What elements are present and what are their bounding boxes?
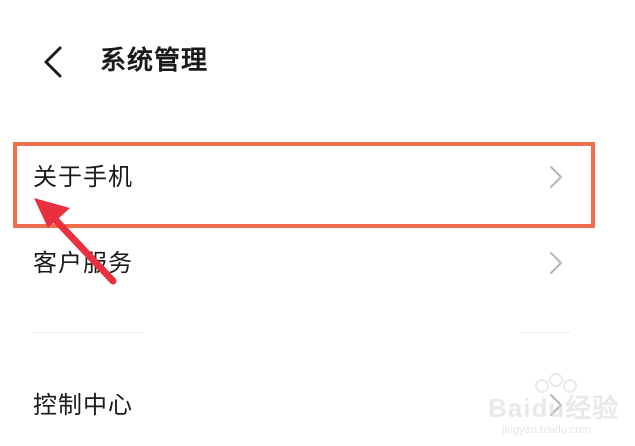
list-item-label: 控制中心 <box>33 391 133 419</box>
chevron-right-icon <box>550 252 562 274</box>
list-item-customer-service[interactable]: 客户服务 <box>0 229 635 299</box>
list-item-label: 关于手机 <box>33 163 133 191</box>
list-item-label: 客户服务 <box>33 249 133 277</box>
section-divider <box>33 332 143 333</box>
section-divider <box>520 332 570 333</box>
chevron-right-icon <box>550 166 562 188</box>
chevron-left-icon <box>44 46 62 78</box>
page-title: 系统管理 <box>100 46 209 76</box>
list-item-control-center[interactable]: 控制中心 <box>0 371 635 441</box>
list-item-about-phone[interactable]: 关于手机 <box>0 143 635 213</box>
back-button[interactable] <box>30 40 74 84</box>
header-bar: 系统管理 <box>0 0 635 120</box>
chevron-right-icon <box>550 394 562 416</box>
